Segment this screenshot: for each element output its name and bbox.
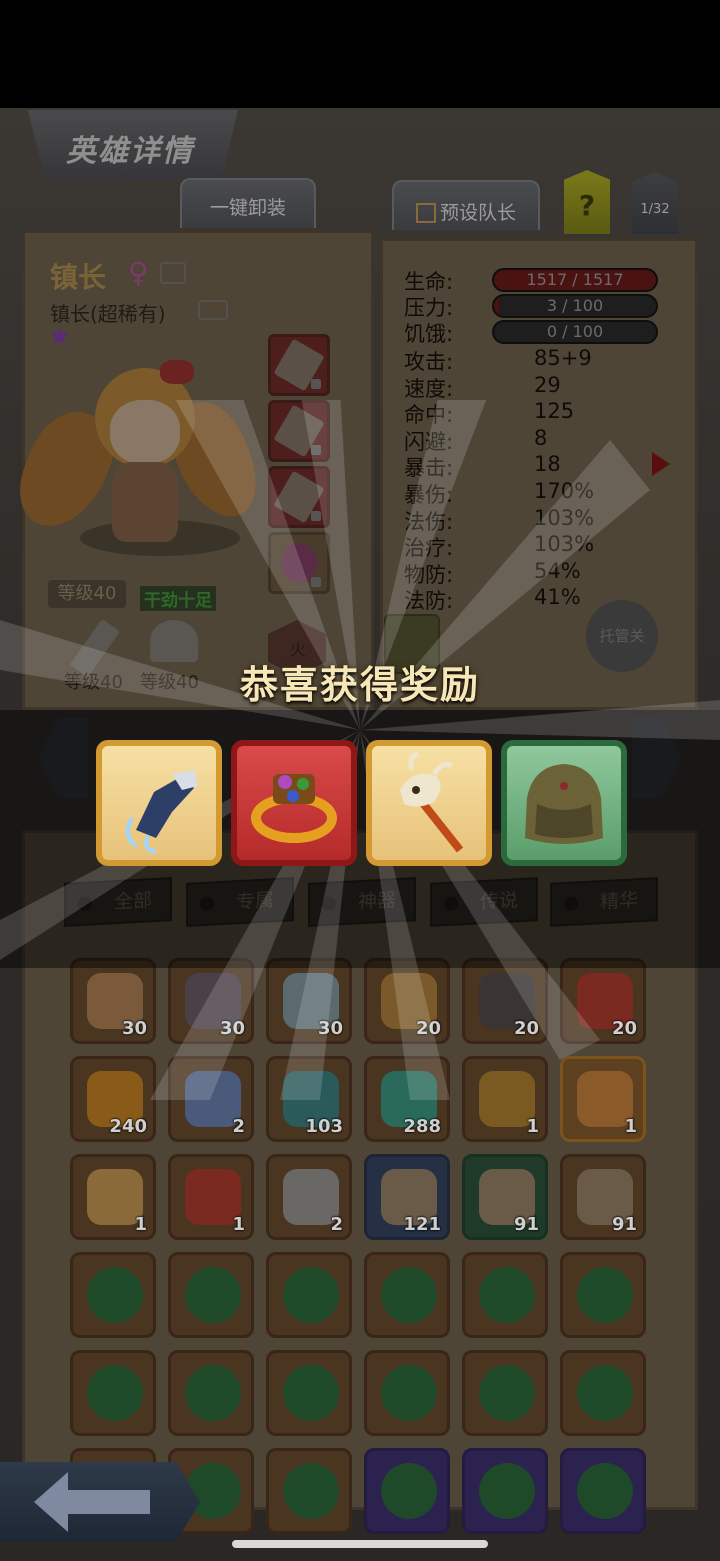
hero-name: 镇长 bbox=[50, 261, 107, 294]
lock-icon bbox=[311, 379, 321, 389]
inventory-slot[interactable]: 91 bbox=[560, 1154, 646, 1240]
reward-item-gauntlet[interactable] bbox=[96, 740, 222, 866]
hero-page-counter: 1/32 bbox=[632, 172, 678, 234]
inventory-slot[interactable] bbox=[560, 1448, 646, 1534]
unequip-all-button[interactable]: 一键卸装 bbox=[180, 178, 316, 228]
preset-leader-button[interactable]: 预设队长 bbox=[392, 180, 540, 230]
green-orb-icon bbox=[283, 1267, 339, 1323]
inventory-slot[interactable]: 2 bbox=[266, 1154, 352, 1240]
stat-value: 85+9 bbox=[534, 346, 592, 370]
green-orb-icon bbox=[381, 1267, 437, 1323]
item-count: 2 bbox=[330, 1214, 343, 1235]
star-icon: ★ bbox=[48, 322, 72, 352]
stat-bar: 0 / 100 bbox=[492, 320, 658, 344]
green-orb-icon bbox=[577, 1365, 633, 1421]
green-orb-icon bbox=[185, 1267, 241, 1323]
inventory-slot[interactable] bbox=[560, 1350, 646, 1436]
top-black-bar bbox=[0, 0, 720, 108]
stat-bar: 3 / 100 bbox=[492, 294, 658, 318]
preset-leader-checkbox[interactable] bbox=[415, 203, 436, 223]
inventory-slot[interactable] bbox=[168, 1350, 254, 1436]
inventory-slot[interactable] bbox=[70, 1350, 156, 1436]
item-count: 91 bbox=[611, 1214, 637, 1235]
inventory-slot[interactable]: 91 bbox=[462, 1154, 548, 1240]
inventory-slot[interactable] bbox=[266, 1350, 352, 1436]
green-orb-icon bbox=[381, 1463, 437, 1519]
green-orb-icon bbox=[479, 1267, 535, 1323]
inventory-slot[interactable] bbox=[266, 1252, 352, 1338]
ring-icon bbox=[251, 774, 337, 843]
hero-hair-bow bbox=[160, 360, 194, 384]
inventory-slot[interactable] bbox=[266, 1448, 352, 1534]
inventory-slot[interactable]: 1 bbox=[70, 1154, 156, 1240]
stat-label: 速度: bbox=[404, 376, 454, 401]
green-orb-icon bbox=[381, 1365, 437, 1421]
inventory-slot[interactable] bbox=[70, 1252, 156, 1338]
item-count: 1 bbox=[624, 1116, 637, 1137]
home-indicator[interactable] bbox=[232, 1540, 488, 1548]
help-button[interactable]: ? bbox=[564, 170, 610, 234]
green-orb-icon bbox=[577, 1267, 633, 1323]
equip-slot-weapon[interactable] bbox=[268, 334, 330, 396]
item-count: 91 bbox=[513, 1214, 539, 1235]
item-count: 1 bbox=[232, 1214, 245, 1235]
reward-item-bone-staff[interactable] bbox=[366, 740, 492, 866]
inventory-slot[interactable] bbox=[462, 1350, 548, 1436]
stat-label: 饥饿: bbox=[404, 322, 454, 346]
inventory-slot[interactable]: 121 bbox=[364, 1154, 450, 1240]
green-orb-icon bbox=[283, 1463, 339, 1519]
page-title: 英雄详情 bbox=[66, 134, 194, 169]
link-icon[interactable] bbox=[198, 300, 228, 320]
inventory-slot[interactable] bbox=[364, 1252, 450, 1338]
reward-title: 恭喜获得奖励 bbox=[239, 663, 480, 707]
inventory-slot[interactable] bbox=[364, 1448, 450, 1534]
backpack-icon bbox=[525, 764, 603, 844]
item-count: 2 bbox=[232, 1116, 245, 1137]
stat-bar: 1517 / 1517 bbox=[492, 268, 658, 292]
inventory-slot[interactable] bbox=[560, 1252, 646, 1338]
stat-bar-value: 0 / 100 bbox=[546, 322, 604, 341]
item-count: 288 bbox=[403, 1116, 441, 1137]
stat-bar-value: 1517 / 1517 bbox=[526, 270, 624, 289]
item-count: 121 bbox=[403, 1214, 441, 1235]
green-orb-icon bbox=[185, 1365, 241, 1421]
stat-label: 攻击: bbox=[404, 350, 454, 374]
reward-item-ring[interactable] bbox=[231, 740, 357, 866]
inventory-slot[interactable] bbox=[364, 1350, 450, 1436]
gauntlet-icon bbox=[125, 770, 198, 854]
green-orb-icon bbox=[577, 1463, 633, 1519]
inventory-slot[interactable] bbox=[168, 1252, 254, 1338]
female-icon: ♀ bbox=[128, 256, 149, 289]
green-orb-icon bbox=[283, 1365, 339, 1421]
item-count: 1 bbox=[526, 1116, 539, 1137]
green-orb-icon bbox=[479, 1365, 535, 1421]
inventory-slot[interactable] bbox=[462, 1448, 548, 1534]
bone-staff-icon bbox=[400, 751, 464, 853]
preset-leader-label: 预设队长 bbox=[439, 202, 516, 224]
item-count: 1 bbox=[134, 1214, 147, 1235]
reward-item-backpack[interactable] bbox=[501, 740, 627, 866]
inventory-slot[interactable] bbox=[462, 1252, 548, 1338]
item-count: 240 bbox=[109, 1116, 147, 1137]
green-orb-icon bbox=[479, 1463, 535, 1519]
stat-bar-value: 3 / 100 bbox=[546, 296, 604, 315]
item-count: 103 bbox=[305, 1116, 343, 1137]
stat-value: 29 bbox=[534, 372, 561, 397]
green-orb-icon bbox=[87, 1267, 143, 1323]
inventory-slot[interactable]: 1 bbox=[168, 1154, 254, 1240]
back-arrow-icon bbox=[34, 1472, 150, 1532]
edit-icon[interactable] bbox=[160, 262, 186, 284]
green-orb-icon bbox=[87, 1365, 143, 1421]
